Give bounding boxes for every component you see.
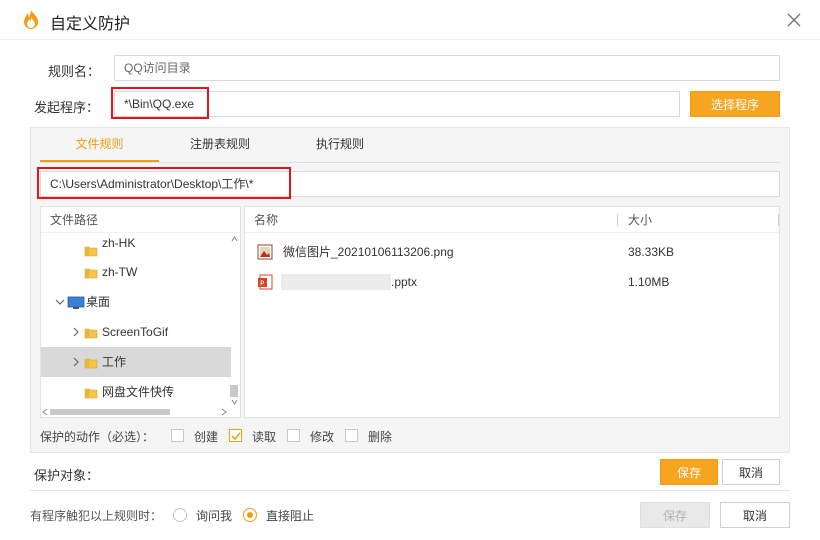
tab-registry-rules[interactable]: 注册表规则 — [160, 131, 280, 162]
folder-icon — [84, 328, 98, 339]
tree-item-label: zh-TW — [102, 265, 138, 279]
create-checkbox[interactable] — [171, 429, 184, 442]
tree-item-work[interactable]: 工作 — [41, 347, 231, 377]
column-separator[interactable] — [778, 214, 779, 226]
highlight-box-path — [37, 167, 291, 199]
folder-icon — [84, 358, 98, 369]
column-size[interactable]: 大小 — [628, 207, 652, 233]
ask-me-radio[interactable] — [173, 508, 187, 522]
tree-item-desktop[interactable]: 桌面 — [41, 287, 231, 317]
chevron-down-icon[interactable] — [55, 298, 65, 306]
horizontal-scroll-thumb[interactable] — [50, 409, 170, 415]
scroll-down-icon[interactable] — [231, 399, 238, 405]
tree-item-screentogif[interactable]: ScreenToGif — [41, 317, 231, 347]
tree-header: 文件路径 — [41, 207, 240, 233]
scroll-right-icon[interactable] — [221, 408, 227, 416]
modify-label: 修改 — [310, 430, 335, 444]
file-name: .pptx — [391, 275, 418, 289]
horizontal-scrollbar[interactable] — [41, 407, 230, 417]
tree-item-label: 工作 — [102, 355, 127, 369]
protect-cancel-button[interactable]: 取消 — [722, 459, 780, 485]
protect-save-button[interactable]: 保存 — [660, 459, 718, 485]
svg-text:P: P — [260, 280, 264, 288]
rule-name-label: 规则名： — [48, 64, 101, 79]
tree-item-label: ScreenToGif — [102, 325, 169, 339]
file-row[interactable]: 微信图片_20210106113206.png 38.33KB — [245, 237, 779, 267]
tree-item-label: 网盘文件快传 — [102, 385, 175, 399]
tree-item-label: 桌面 — [86, 295, 111, 309]
scroll-up-icon[interactable] — [231, 236, 238, 242]
desktop-icon — [67, 296, 85, 309]
file-size: 1.10MB — [628, 275, 670, 289]
create-label: 创建 — [194, 430, 219, 444]
close-icon[interactable] — [786, 12, 802, 28]
vertical-scrollbar[interactable] — [229, 234, 239, 407]
file-name: 微信图片_20210106113206.png — [283, 245, 454, 259]
protect-target-label: 保护对象： — [34, 468, 100, 483]
tree-item-zh-tw[interactable]: zh-TW — [41, 257, 231, 287]
block-directly-radio[interactable] — [243, 508, 257, 522]
file-size: 38.33KB — [628, 245, 675, 259]
highlight-box-program — [111, 87, 209, 119]
chevron-right-icon[interactable] — [72, 357, 80, 367]
powerpoint-file-icon: P — [258, 274, 273, 290]
footer-cancel-button[interactable]: 取消 — [720, 502, 790, 528]
folder-icon — [84, 388, 98, 399]
tree-item-label: zh-HK — [102, 236, 136, 250]
ask-me-label: 询问我 — [196, 509, 233, 523]
select-program-button[interactable]: 选择程序 — [690, 91, 780, 117]
violation-label: 有程序触犯以上规则时： — [30, 509, 163, 523]
title-bar: 自定义防护 — [0, 0, 820, 40]
flame-shield-icon — [24, 10, 38, 29]
tree-item-netdisk[interactable]: 网盘文件快传 — [41, 377, 231, 407]
folder-icon — [84, 246, 98, 257]
folder-icon — [84, 268, 98, 279]
redacted-file-name — [281, 274, 391, 290]
divider — [30, 490, 790, 491]
chevron-right-icon[interactable] — [72, 327, 80, 337]
rule-name-input[interactable]: QQ访问目录 — [114, 55, 780, 81]
block-directly-label: 直接阻止 — [266, 509, 315, 523]
read-label: 读取 — [252, 430, 277, 444]
actions-label: 保护的动作（必选）： — [40, 430, 155, 444]
column-separator[interactable] — [617, 214, 618, 226]
image-file-icon — [257, 244, 273, 260]
program-label: 发起程序： — [34, 100, 100, 115]
column-name[interactable]: 名称 — [254, 207, 278, 233]
file-row[interactable]: P .pptx 1.10MB — [245, 267, 779, 297]
tab-file-rules[interactable]: 文件规则 — [40, 131, 159, 162]
read-checkbox[interactable] — [229, 429, 242, 442]
vertical-scroll-thumb[interactable] — [230, 385, 238, 397]
file-list: 名称 大小 微信图片_20210106113206.png 38.33KB P … — [244, 206, 780, 418]
modify-checkbox[interactable] — [287, 429, 300, 442]
delete-checkbox[interactable] — [345, 429, 358, 442]
checkmark-icon — [231, 432, 241, 441]
rule-tabs: 文件规则 注册表规则 执行规则 — [40, 131, 780, 163]
scroll-left-icon[interactable] — [42, 408, 48, 416]
window-title: 自定义防护 — [50, 16, 131, 33]
folder-tree: 文件路径 zh-HK zh-TW 桌面 ScreenToGif 工作 网盘文件快… — [40, 206, 241, 418]
tab-execute-rules[interactable]: 执行规则 — [280, 131, 400, 162]
file-list-header: 名称 大小 — [245, 207, 779, 233]
footer-save-button[interactable]: 保存 — [640, 502, 710, 528]
delete-label: 删除 — [368, 430, 393, 444]
